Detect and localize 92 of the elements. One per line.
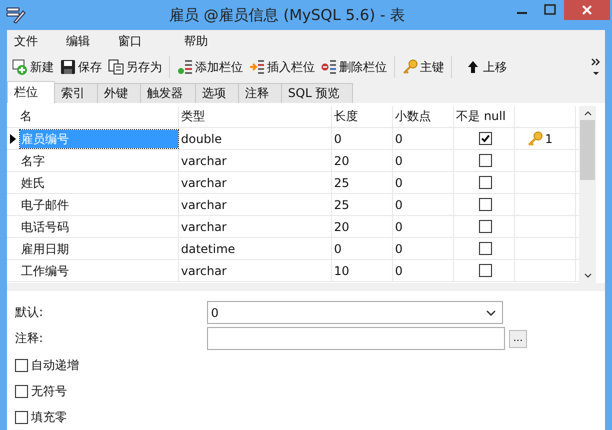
toolbar-button[interactable]: 删除栏位 — [318, 58, 390, 76]
menu-item[interactable]: 窗口 — [117, 32, 143, 50]
table-cell[interactable]: 名字 — [20, 152, 178, 170]
delete-column-icon — [321, 59, 337, 76]
insert-column-icon — [249, 59, 265, 76]
checkbox[interactable] — [478, 242, 492, 256]
toolbar-button[interactable]: 另存为 — [105, 58, 165, 76]
column-header[interactable]: 不是 null — [454, 106, 515, 128]
tab[interactable]: 索引 — [54, 83, 98, 104]
table-cell[interactable]: 雇用日期 — [20, 240, 178, 258]
table-cell: 0 — [393, 194, 454, 216]
table-row[interactable]: 工作编号 varchar 10 0 — [7, 260, 579, 282]
column-header[interactable]: 小数点 — [393, 106, 454, 128]
checkbox-label: 填充零 — [31, 408, 67, 426]
toolbar-button[interactable]: 上移 — [462, 58, 510, 76]
tab[interactable]: 触发器 — [140, 83, 196, 104]
table-cell: varchar — [179, 172, 332, 194]
checkbox-label: 自动递增 — [31, 356, 79, 374]
table-row[interactable]: 电子邮件 varchar 25 0 — [7, 194, 579, 216]
table-cell: 0 — [393, 128, 454, 150]
scrollbar[interactable] — [579, 106, 596, 283]
table-cell: 0 — [393, 150, 454, 172]
save-icon — [60, 59, 76, 76]
ellipsis-button[interactable]: ... — [509, 330, 527, 348]
close-icon[interactable] — [564, 0, 610, 20]
menu-item[interactable]: 帮助 — [183, 32, 209, 50]
table-cell[interactable]: 电话号码 — [20, 218, 178, 236]
add-table-icon — [12, 59, 28, 76]
tab[interactable]: 注释 — [238, 83, 282, 104]
checkbox[interactable] — [478, 176, 492, 190]
table-cell: 0 — [332, 128, 393, 150]
table-cell: varchar — [179, 260, 332, 282]
table-row[interactable]: 名字 varchar 20 0 — [7, 150, 579, 172]
menu-item[interactable]: 编辑 — [65, 32, 91, 50]
table-row[interactable]: 雇用日期 datetime 0 0 — [7, 238, 579, 260]
table-cell: varchar — [179, 150, 332, 172]
table-row[interactable]: 雇员编号 double 0 0 1 — [7, 128, 579, 150]
tab[interactable]: 外键 — [97, 83, 141, 104]
table-cell: 25 — [332, 194, 393, 216]
table-cell: double — [179, 128, 332, 150]
table-cell: 0 — [393, 172, 454, 194]
checkbox-label: 无符号 — [31, 382, 67, 400]
toolbar-button[interactable]: 新建 — [9, 58, 57, 76]
tab[interactable]: 栏位 — [7, 81, 55, 104]
table-cell: varchar — [179, 194, 332, 216]
checkbox[interactable] — [15, 358, 28, 372]
table-cell: 0 — [393, 260, 454, 282]
app-icon — [6, 6, 26, 24]
field-label: 默认: — [15, 304, 44, 321]
table-cell[interactable]: 电子邮件 — [20, 196, 178, 214]
column-header[interactable]: 长度 — [332, 106, 393, 128]
checkbox[interactable] — [478, 264, 492, 278]
table-cell[interactable]: 姓氏 — [20, 174, 178, 192]
table-cell: 0 — [332, 238, 393, 260]
copy-icon — [108, 59, 124, 76]
table-row[interactable]: 电话号码 varchar 20 0 — [7, 216, 579, 238]
key-order: 1 — [545, 132, 553, 146]
table-cell: 25 — [332, 172, 393, 194]
up-arrow-icon — [465, 59, 481, 76]
checkbox[interactable] — [478, 154, 492, 168]
default-dropdown[interactable]: 0 — [207, 301, 503, 324]
comment-field[interactable] — [207, 327, 505, 350]
add-column-icon — [177, 59, 193, 76]
window-title: 雇员 @雇员信息 (MySQL 5.6) - 表 — [168, 6, 406, 24]
current-row-icon — [10, 134, 16, 144]
column-header[interactable]: 类型 — [179, 106, 332, 128]
key-icon — [527, 130, 543, 147]
field-label: 注释: — [15, 330, 44, 347]
table-cell: datetime — [179, 238, 332, 260]
menu-item[interactable]: 文件 — [13, 32, 39, 50]
checkbox[interactable] — [15, 384, 28, 398]
table-row[interactable]: 姓氏 varchar 25 0 — [7, 172, 579, 194]
toolbar-button[interactable]: 主键 — [399, 58, 447, 76]
key-icon — [402, 59, 418, 76]
tab[interactable]: 选项 — [195, 83, 239, 104]
checkbox[interactable] — [478, 220, 492, 234]
toolbar-button[interactable]: 添加栏位 — [174, 58, 246, 76]
table-cell: 0 — [393, 238, 454, 260]
toolbar-button[interactable]: 保存 — [57, 58, 105, 76]
table-cell[interactable]: 工作编号 — [20, 262, 178, 280]
table-cell: 20 — [332, 216, 393, 238]
checkbox[interactable] — [15, 410, 28, 424]
toolbar-button[interactable]: 插入栏位 — [246, 58, 318, 76]
table-cell: 10 — [332, 260, 393, 282]
table-cell: 0 — [393, 216, 454, 238]
checkbox[interactable] — [478, 198, 492, 212]
chevron-down-icon — [486, 310, 496, 316]
table-cell: varchar — [179, 216, 332, 238]
table-cell: 20 — [332, 150, 393, 172]
tab[interactable]: SQL 预览 — [281, 83, 353, 104]
checkbox[interactable] — [478, 132, 492, 146]
column-header[interactable]: 名 — [19, 106, 179, 128]
